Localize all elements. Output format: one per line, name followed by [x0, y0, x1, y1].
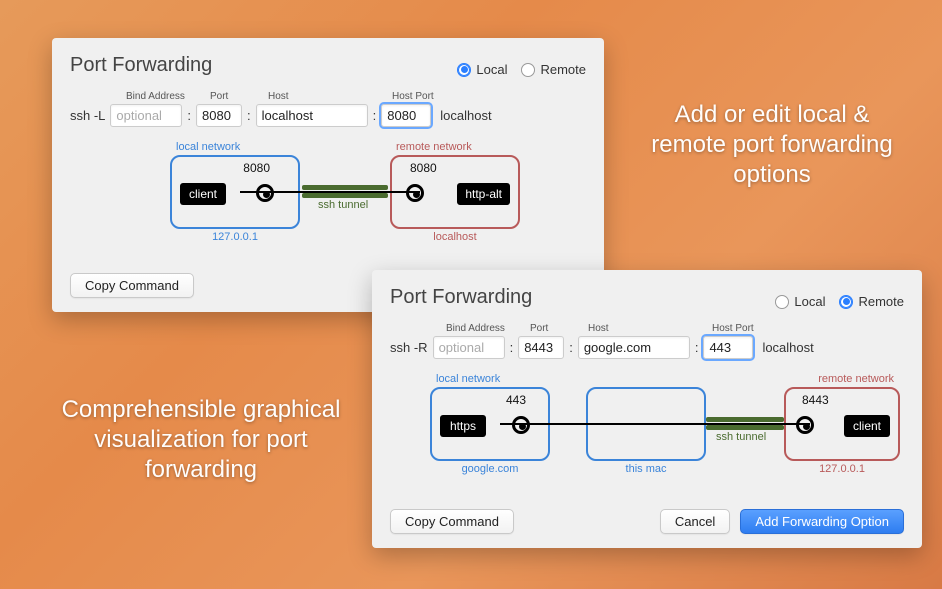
label-port: Port — [210, 91, 262, 102]
tunnel-bar-icon — [302, 185, 388, 190]
remote-footer: 127.0.0.1 — [786, 463, 898, 475]
radio-local-label: Local — [794, 294, 825, 309]
local-footer: 127.0.0.1 — [172, 231, 298, 243]
forwarding-diagram: local network 443 https google.com this … — [390, 373, 904, 495]
tunnel-label: ssh tunnel — [318, 199, 368, 211]
mode-radio-group: Local Remote — [775, 294, 904, 309]
copy-command-button[interactable]: Copy Command — [70, 273, 194, 298]
separator: : — [247, 108, 251, 123]
promo-text-top: Add or edit local & remote port forwardi… — [642, 100, 902, 190]
tunnel-bar-icon — [706, 425, 784, 430]
local-network-label: local network — [176, 141, 240, 153]
label-host: Host — [268, 91, 386, 102]
label-bind-address: Bind Address — [446, 323, 524, 334]
host-port-input[interactable]: 443 — [703, 336, 753, 359]
dialog-title: Port Forwarding — [390, 286, 532, 309]
radio-local[interactable]: Local — [457, 62, 507, 77]
tunnel-label: ssh tunnel — [716, 431, 766, 443]
bind-address-input[interactable]: optional — [433, 336, 505, 359]
trailing-host: localhost — [440, 108, 491, 123]
remote-footer: localhost — [392, 231, 518, 243]
plug-icon — [512, 416, 530, 434]
field-labels-row: Bind Address Port Host Host Port — [126, 91, 586, 102]
radio-dot-icon — [457, 63, 471, 77]
host-port-input[interactable]: 8080 — [381, 104, 431, 127]
port-input[interactable]: 8080 — [196, 104, 242, 127]
dialog-title: Port Forwarding — [70, 54, 212, 77]
tunnel-bar-icon — [706, 417, 784, 422]
separator: : — [373, 108, 377, 123]
radio-dot-icon — [839, 295, 853, 309]
label-host-port: Host Port — [712, 323, 768, 334]
local-footer: google.com — [432, 463, 548, 475]
local-port-number: 443 — [506, 393, 526, 407]
remote-port-number: 8443 — [802, 393, 829, 407]
port-forwarding-dialog-remote: Port Forwarding Local Remote Bind Addres… — [372, 270, 922, 548]
command-input-row: ssh -L optional : 8080 : localhost : 808… — [70, 104, 586, 127]
radio-remote[interactable]: Remote — [839, 294, 904, 309]
plug-icon — [796, 416, 814, 434]
trailing-host: localhost — [762, 340, 813, 355]
radio-remote[interactable]: Remote — [521, 62, 586, 77]
service-node: http-alt — [457, 183, 510, 205]
forwarding-diagram: local network 8080 client 127.0.0.1 remo… — [70, 141, 586, 259]
mode-radio-group: Local Remote — [457, 62, 586, 77]
local-port-number: 8080 — [243, 161, 270, 175]
label-port: Port — [530, 323, 582, 334]
host-input[interactable]: google.com — [578, 336, 690, 359]
service-node: https — [440, 415, 486, 437]
promo-text-bottom: Comprehensible graphical visualization f… — [56, 395, 346, 485]
separator: : — [187, 108, 191, 123]
radio-dot-icon — [775, 295, 789, 309]
plug-icon — [406, 184, 424, 202]
label-host: Host — [588, 323, 706, 334]
field-labels-row: Bind Address Port Host Host Port — [446, 323, 904, 334]
remote-network-label: remote network — [818, 373, 894, 385]
client-node: client — [180, 183, 226, 205]
separator: : — [510, 340, 514, 355]
radio-local[interactable]: Local — [775, 294, 825, 309]
bind-address-input[interactable]: optional — [110, 104, 182, 127]
separator: : — [695, 340, 699, 355]
port-input[interactable]: 8443 — [518, 336, 564, 359]
this-mac-footer: this mac — [588, 463, 704, 475]
ssh-command-prefix: ssh -L — [70, 108, 105, 123]
ssh-command-prefix: ssh -R — [390, 340, 428, 355]
local-network-label: local network — [436, 373, 500, 385]
remote-network-label: remote network — [396, 141, 472, 153]
remote-port-number: 8080 — [410, 161, 437, 175]
radio-remote-label: Remote — [540, 62, 586, 77]
radio-local-label: Local — [476, 62, 507, 77]
radio-dot-icon — [521, 63, 535, 77]
host-input[interactable]: localhost — [256, 104, 368, 127]
label-host-port: Host Port — [392, 91, 448, 102]
plug-icon — [256, 184, 274, 202]
copy-command-button[interactable]: Copy Command — [390, 509, 514, 534]
command-input-row: ssh -R optional : 8443 : google.com : 44… — [390, 336, 904, 359]
separator: : — [569, 340, 573, 355]
tunnel-bar-icon — [302, 193, 388, 198]
label-bind-address: Bind Address — [126, 91, 204, 102]
add-forwarding-option-button[interactable]: Add Forwarding Option — [740, 509, 904, 534]
cancel-button[interactable]: Cancel — [660, 509, 730, 534]
button-row: Copy Command Cancel Add Forwarding Optio… — [390, 509, 904, 534]
radio-remote-label: Remote — [858, 294, 904, 309]
client-node: client — [844, 415, 890, 437]
